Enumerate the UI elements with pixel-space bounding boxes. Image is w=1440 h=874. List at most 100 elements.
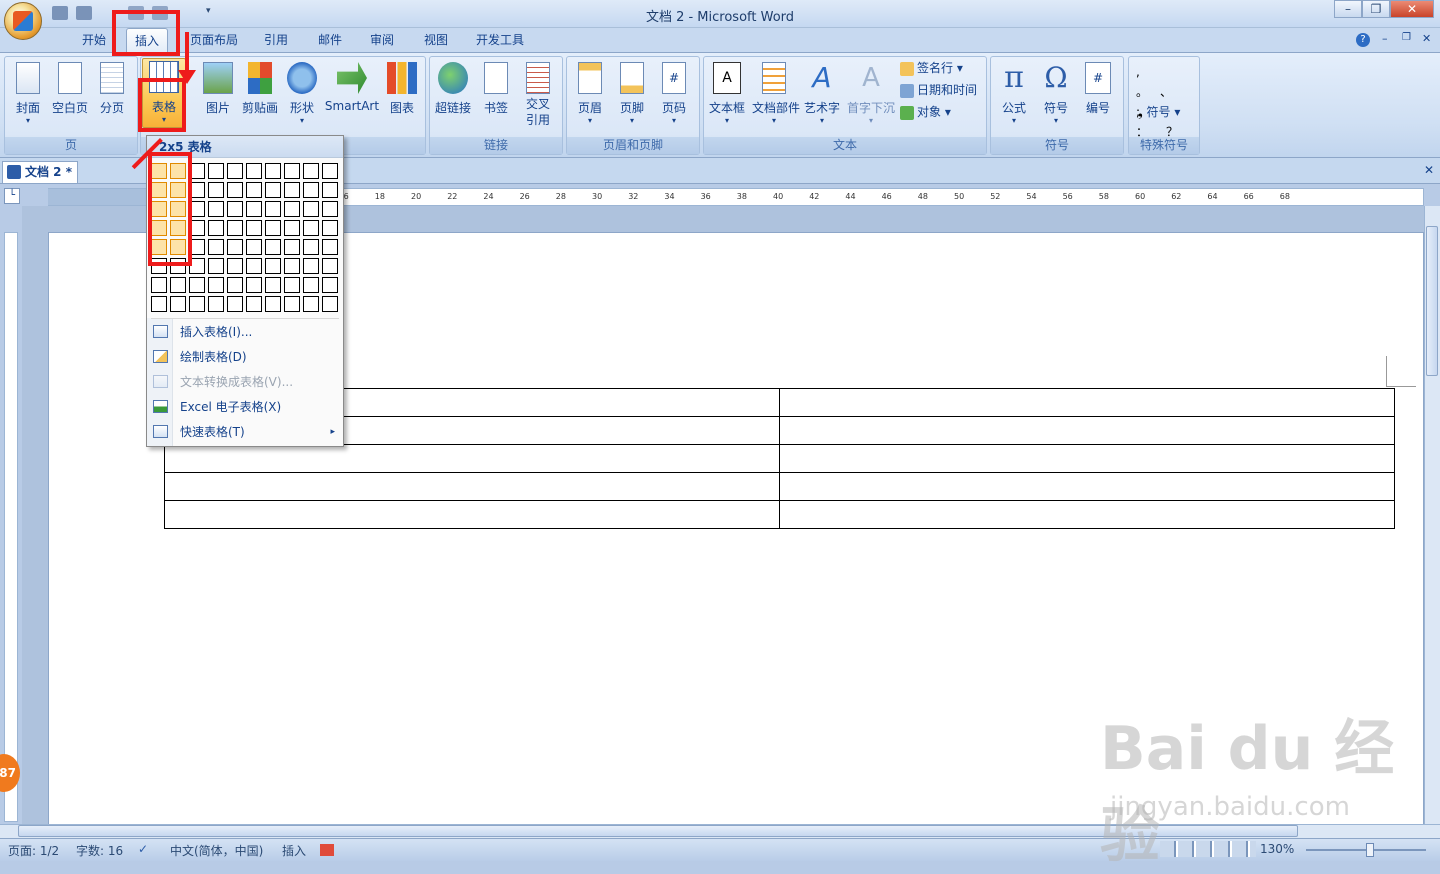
vertical-scroll-thumb[interactable] — [1426, 226, 1438, 376]
page-break-button[interactable]: 分页 — [90, 60, 134, 130]
grid-cell[interactable] — [246, 201, 262, 217]
grid-cell[interactable] — [303, 277, 319, 293]
grid-cell[interactable] — [170, 296, 186, 312]
grid-cell[interactable] — [303, 296, 319, 312]
doc-close-icon[interactable]: ✕ — [1422, 32, 1431, 45]
grid-cell[interactable] — [303, 239, 319, 255]
grid-cell[interactable] — [322, 277, 338, 293]
grid-cell[interactable] — [303, 182, 319, 198]
smartart-button[interactable]: SmartArt — [324, 60, 380, 130]
quick-parts-button[interactable]: 文档部件 ▾ — [752, 60, 800, 130]
grid-cell[interactable] — [284, 163, 300, 179]
bookmark-button[interactable]: 书签 — [474, 60, 518, 130]
minimize-button[interactable]: – — [1334, 0, 1362, 18]
grid-cell[interactable] — [227, 220, 243, 236]
grid-cell[interactable] — [265, 239, 281, 255]
grid-cell[interactable] — [208, 277, 224, 293]
grid-cell[interactable] — [208, 258, 224, 274]
doc-restore-icon[interactable]: ❐ — [1402, 32, 1411, 43]
grid-cell[interactable] — [208, 239, 224, 255]
cover-page-button[interactable]: 封面 ▾ — [6, 60, 50, 130]
table-cell[interactable] — [164, 472, 780, 501]
grid-cell[interactable] — [208, 182, 224, 198]
wordart-button[interactable]: A 艺术字 ▾ — [800, 60, 844, 130]
tab-selector[interactable]: └ — [4, 188, 20, 204]
shapes-button[interactable]: 形状 ▾ — [280, 60, 324, 130]
grid-cell[interactable] — [284, 239, 300, 255]
tab-view[interactable]: 视图 — [416, 28, 456, 52]
tab-page-layout[interactable]: 页面布局 — [182, 28, 246, 52]
close-button[interactable]: ✕ — [1390, 0, 1434, 18]
grid-cell[interactable] — [265, 296, 281, 312]
grid-cell[interactable] — [322, 239, 338, 255]
grid-cell[interactable] — [208, 163, 224, 179]
grid-cell[interactable] — [246, 239, 262, 255]
grid-cell[interactable] — [189, 277, 205, 293]
text-box-button[interactable]: A 文本框 ▾ — [705, 60, 749, 130]
grid-cell[interactable] — [227, 277, 243, 293]
grid-cell[interactable] — [265, 258, 281, 274]
table-cell[interactable] — [779, 444, 1395, 473]
grid-cell[interactable] — [284, 296, 300, 312]
grid-cell[interactable] — [227, 201, 243, 217]
grid-cell[interactable] — [322, 258, 338, 274]
table-cell[interactable] — [779, 388, 1395, 417]
doc-minimize-icon[interactable]: – — [1382, 32, 1388, 45]
grid-cell[interactable] — [322, 163, 338, 179]
close-doc-tab-icon[interactable]: ✕ — [1424, 163, 1434, 177]
grid-cell[interactable] — [284, 277, 300, 293]
grid-cell[interactable] — [227, 296, 243, 312]
document-table[interactable] — [164, 388, 1395, 529]
grid-cell[interactable] — [322, 296, 338, 312]
tab-review[interactable]: 审阅 — [362, 28, 402, 52]
grid-cell[interactable] — [170, 277, 186, 293]
symbol-button[interactable]: Ω 符号 ▾ — [1034, 60, 1078, 130]
date-time-button[interactable]: 日期和时间 — [900, 80, 977, 100]
tab-references[interactable]: 引用 — [256, 28, 296, 52]
grid-cell[interactable] — [265, 163, 281, 179]
drop-cap-button[interactable]: A 首字下沉 ▾ — [846, 60, 896, 130]
grid-cell[interactable] — [208, 220, 224, 236]
grid-cell[interactable] — [246, 182, 262, 198]
tab-mailings[interactable]: 邮件 — [310, 28, 350, 52]
grid-cell[interactable] — [246, 220, 262, 236]
hyperlink-button[interactable]: 超链接 — [431, 60, 475, 130]
document-tab[interactable]: 文档 2 * — [2, 161, 78, 183]
grid-cell[interactable] — [151, 277, 167, 293]
draw-table-item[interactable]: 绘制表格(D) — [147, 345, 343, 370]
grid-cell[interactable] — [227, 239, 243, 255]
grid-cell[interactable] — [265, 182, 281, 198]
grid-cell[interactable] — [284, 182, 300, 198]
status-language[interactable]: 中文(简体，中国) — [170, 842, 263, 859]
macro-record-icon[interactable] — [320, 844, 334, 856]
proofing-icon[interactable]: ✓ — [138, 842, 148, 856]
table-cell[interactable] — [164, 500, 780, 529]
header-button[interactable]: 页眉 ▾ — [568, 60, 612, 130]
special-symbol-button[interactable]: ❟ 符号 ▾ — [1138, 102, 1180, 122]
maximize-button[interactable]: ❐ — [1362, 0, 1390, 18]
grid-cell[interactable] — [246, 258, 262, 274]
grid-cell[interactable] — [265, 201, 281, 217]
grid-cell[interactable] — [303, 220, 319, 236]
vertical-ruler[interactable] — [4, 232, 18, 822]
grid-cell[interactable] — [303, 258, 319, 274]
grid-cell[interactable] — [303, 201, 319, 217]
table-cell[interactable] — [779, 500, 1395, 529]
grid-cell[interactable] — [227, 182, 243, 198]
grid-cell[interactable] — [284, 201, 300, 217]
help-icon[interactable]: ? — [1356, 33, 1370, 47]
tab-developer[interactable]: 开发工具 — [468, 28, 532, 52]
grid-cell[interactable] — [284, 258, 300, 274]
status-page[interactable]: 页面: 1/2 — [8, 842, 59, 859]
footer-button[interactable]: 页脚 ▾ — [610, 60, 654, 130]
grid-cell[interactable] — [322, 182, 338, 198]
quick-tables-item[interactable]: 快速表格(T) ▸ — [147, 420, 343, 445]
grid-cell[interactable] — [265, 220, 281, 236]
tab-home[interactable]: 开始 — [74, 28, 114, 52]
object-button[interactable]: 对象 ▾ — [900, 102, 951, 122]
grid-cell[interactable] — [246, 163, 262, 179]
grid-cell[interactable] — [303, 163, 319, 179]
table-cell[interactable] — [779, 416, 1395, 445]
picture-button[interactable]: 图片 — [196, 60, 240, 130]
grid-cell[interactable] — [227, 163, 243, 179]
